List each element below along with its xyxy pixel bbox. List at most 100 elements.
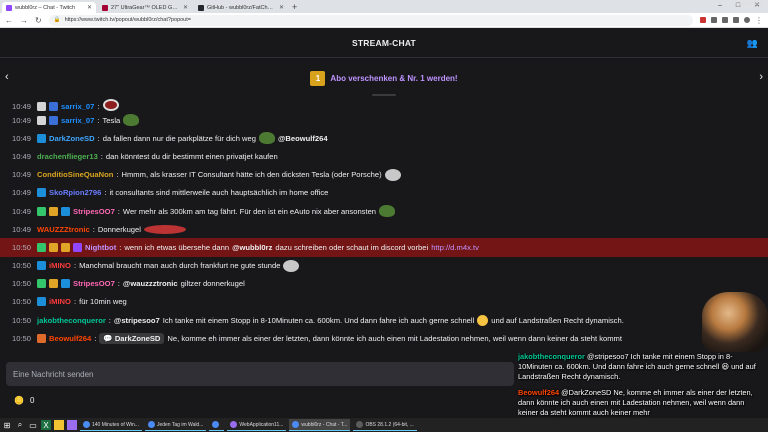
chat-username[interactable]: DarkZoneSD [49,134,95,143]
browser-tab[interactable]: wubbl0rz – Chat - Twitch ✕ [2,2,96,13]
extension-icon[interactable] [700,17,706,23]
user-badge-icon[interactable] [49,206,59,216]
face-emote-icon[interactable] [283,259,300,272]
chat-username[interactable]: iMINO [49,261,71,270]
chevron-right-icon[interactable]: › [759,71,763,83]
extension-icon[interactable] [722,17,728,23]
chat-message[interactable]: 10:49 WAUZZZtronic: Donnerkugel [0,220,768,238]
gift-icon: 1 [310,70,326,86]
chat-message[interactable]: 10:49 drachenflieger13: dan könntest du di… [0,147,768,165]
red-emote-icon[interactable] [102,99,119,111]
system-tray-clock[interactable]: 18/12/2022 [739,1,764,7]
user-badge-icon[interactable] [49,242,59,252]
user-badge-icon[interactable] [49,115,59,125]
task-view-icon[interactable]: ▭ [28,420,38,430]
pepe-emote-icon[interactable] [123,114,140,127]
taskbar-window-item[interactable] [209,419,225,431]
user-badge-icon[interactable] [37,297,47,307]
chat-message[interactable]: 10:50 iMINO: Manchmal braucht man auch dur… [0,257,768,275]
chat-username[interactable]: jakobtheconqueror [37,316,106,325]
channel-points[interactable]: 🪙 0 [14,396,34,405]
minimize-button[interactable]: – [718,0,722,12]
reload-icon[interactable]: ↻ [35,16,42,25]
chat-username[interactable]: sarrix_07 [61,116,94,125]
excel-icon[interactable]: X [41,420,51,430]
windows-start-icon[interactable]: ⊞ [2,420,12,430]
forward-icon[interactable]: → [20,16,28,25]
extension-icon[interactable] [711,17,717,23]
user-badge-icon[interactable] [49,102,59,111]
reply-mention[interactable]: 💬 DarkZoneSD [99,332,165,344]
user-badge-icon[interactable] [37,115,47,125]
browser-tab[interactable]: GitHub - wubbl0rz/FatChamp: F...✕ [194,2,288,13]
pepe-emote-icon[interactable] [379,205,396,218]
user-badge-icon[interactable] [37,206,47,216]
chat-message[interactable]: 10:49 sarrix_07: [0,98,768,111]
drag-handle[interactable] [372,94,396,96]
url-field[interactable]: 🔒 https://www.twitch.tv/popout/wubbl0rz/… [48,14,693,26]
user-badge-icon[interactable] [37,242,47,252]
chat-username[interactable]: ConditioSineQuaNon [37,170,113,179]
ball-emote-icon[interactable] [143,224,186,234]
new-tab-button[interactable]: + [292,2,297,13]
user-badge-icon[interactable] [61,206,71,216]
laugh-emote-icon[interactable] [477,314,489,326]
close-tab-icon[interactable]: ✕ [87,4,92,11]
message-text: Manchmal braucht man auch durch frankfur… [79,261,281,271]
chat-username[interactable]: drachenflieger13 [37,152,98,161]
user-badge-icon[interactable] [37,188,47,198]
browser-tab[interactable]: 27" UltraGear™ OLED Gaming M...✕ [98,2,192,13]
user-badge-icon[interactable] [37,133,47,143]
file-explorer-icon[interactable] [54,420,64,430]
chat-username[interactable]: StripesOO7 [73,207,115,216]
chat-message[interactable]: 10:50 Nightbot: wenn ich etwas übersehe da… [0,238,768,257]
taskbar-window-item[interactable]: Jeden Tag im Wald... [144,419,207,431]
user-badge-icon[interactable] [61,279,71,289]
chat-username[interactable]: StripesOO7 [73,279,115,288]
chat-message[interactable]: 10:49 DarkZoneSD: da fallen dann nur die p… [0,129,768,147]
chat-username[interactable]: SkoRpion2796 [49,188,101,197]
chat-username[interactable]: sarrix_07 [61,102,94,111]
user-badge-icon[interactable] [49,279,59,289]
face-emote-icon[interactable] [384,168,401,181]
taskbar-window-item[interactable]: WebApplication11... [227,419,287,431]
windows-taskbar: ⊞ ⌕ ▭ X 140 Minutes of Win... Jeden Tag i… [0,418,768,432]
chat-username[interactable]: WAUZZZtronic [37,225,90,234]
user-badge-icon[interactable] [61,242,71,252]
taskbar-window-item[interactable]: OBS 28.1.2 (64-bit, ... [353,419,417,431]
profile-icon[interactable] [744,17,750,23]
chat-message[interactable]: 10:49 SkoRpion2796: it consultants sind mi… [0,184,768,202]
close-tab-icon[interactable]: ✕ [279,4,284,11]
chat-message[interactable]: 10:49 sarrix_07: Tesla [0,111,768,129]
user-badge-icon[interactable] [37,333,47,343]
user-mention[interactable]: @stripesoo7 [114,316,160,325]
chat-username[interactable]: iMINO [49,297,71,306]
back-icon[interactable]: ← [5,16,13,25]
pepe-emote-icon[interactable] [258,132,275,145]
user-mention[interactable]: @wubbl0rz [232,243,272,252]
user-badge-icon[interactable] [37,261,47,271]
taskbar-window-item[interactable]: wubbl0rz - Chat - T... [289,419,351,431]
chevron-left-icon[interactable]: ‹ [5,71,9,83]
gift-banner[interactable]: ‹ 1 Abo verschenken & Nr. 1 werden! › [0,58,768,98]
chat-message[interactable]: 10:49 ConditioSineQuaNon: Hmmm, als krasse… [0,166,768,184]
close-tab-icon[interactable]: ✕ [183,4,188,11]
chat-message[interactable]: 10:50 StripesOO7: @wauzzztronic giltzer don… [0,275,768,293]
users-icon[interactable]: 👥 [747,38,758,49]
visual-studio-icon[interactable] [67,420,77,430]
menu-icon[interactable]: ⋮ [755,16,763,25]
puzzle-icon[interactable] [733,17,739,23]
user-badge-icon[interactable] [73,242,83,252]
search-icon[interactable]: ⌕ [15,420,25,430]
overlay-username: Beowulf264 [518,388,560,397]
user-badge-icon[interactable] [37,102,47,111]
chat-username[interactable]: Nightbot [85,243,116,252]
user-badge-icon[interactable] [37,279,47,289]
user-mention[interactable]: @wauzzztronic [123,279,178,288]
user-mention[interactable]: @Beowulf264 [278,134,328,143]
taskbar-window-item[interactable]: 140 Minutes of Win... [80,419,142,431]
message-link[interactable]: http://d.m4x.tv [431,243,479,252]
chat-message[interactable]: 10:49 StripesOO7: Wer mehr als 300km am ta… [0,202,768,220]
chat-username[interactable]: Beowulf264 [49,334,91,343]
chat-input[interactable]: Eine Nachricht senden [6,362,514,386]
